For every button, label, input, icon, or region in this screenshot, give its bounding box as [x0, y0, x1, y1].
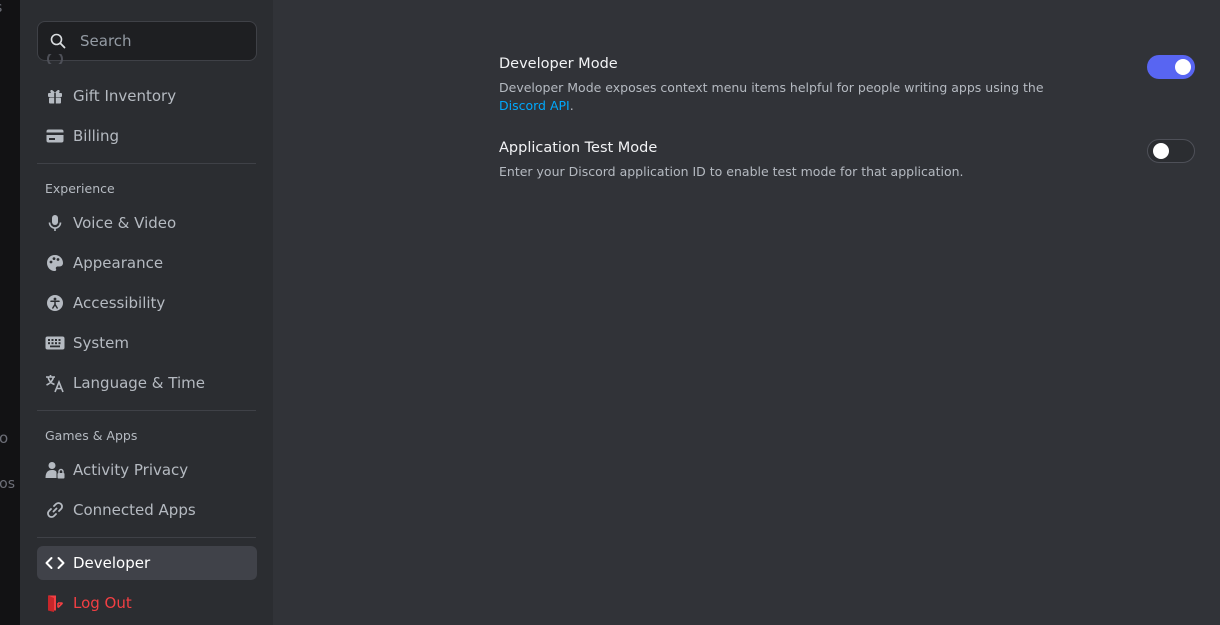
code-icon — [45, 553, 65, 573]
background-app-strip: s o cros — [0, 0, 20, 625]
logout-icon — [45, 593, 65, 613]
settings-sidebar: Search Gift Inventory Billing Experience… — [20, 0, 273, 625]
sidebar-item-developer[interactable]: Developer — [37, 546, 257, 580]
credit-card-icon — [45, 126, 65, 146]
sidebar-item-label: Activity Privacy — [73, 461, 189, 479]
sidebar-item-appearance[interactable]: Appearance — [37, 246, 257, 280]
section-header-games-apps: Games & Apps — [45, 428, 138, 443]
developer-mode-setting: Developer Mode Developer Mode exposes co… — [499, 56, 1195, 115]
application-test-mode-toggle[interactable] — [1147, 139, 1195, 163]
section-header-experience: Experience — [45, 181, 115, 196]
setting-title: Developer Mode — [499, 56, 618, 72]
sidebar-item-label: Connected Apps — [73, 501, 196, 519]
logout-button[interactable]: Log Out — [37, 586, 257, 620]
sidebar-item-label: Billing — [73, 127, 119, 145]
setting-title: Application Test Mode — [499, 140, 658, 156]
section-divider — [37, 537, 256, 538]
palette-icon — [45, 253, 65, 273]
sidebar-item-label: Language & Time — [73, 374, 205, 392]
gift-icon — [45, 86, 65, 106]
settings-content: Developer Mode Developer Mode exposes co… — [273, 0, 1220, 625]
section-divider — [37, 410, 256, 411]
search-placeholder: Search — [80, 32, 132, 50]
partial-icon — [45, 54, 65, 64]
keyboard-icon — [45, 333, 65, 353]
sidebar-item-connected-apps[interactable]: Connected Apps — [37, 493, 257, 527]
section-divider — [37, 163, 256, 164]
search-icon — [50, 33, 66, 49]
background-text-fragment: o — [0, 429, 9, 447]
accessibility-icon — [45, 293, 65, 313]
toggle-knob — [1153, 143, 1169, 159]
sidebar-item-label: System — [73, 334, 129, 352]
background-text-fragment: s — [0, 0, 2, 16]
toggle-knob — [1175, 59, 1191, 75]
activity-privacy-icon — [45, 460, 65, 480]
sidebar-item-voice-video[interactable]: Voice & Video — [37, 206, 257, 240]
translate-icon — [45, 373, 65, 393]
microphone-icon — [45, 213, 65, 233]
sidebar-item-system[interactable]: System — [37, 326, 257, 360]
discord-api-link[interactable]: Discord API — [499, 98, 570, 113]
sidebar-item-billing[interactable]: Billing — [37, 119, 257, 153]
sidebar-item-label: Log Out — [73, 594, 132, 612]
link-icon — [45, 500, 65, 520]
sidebar-item-accessibility[interactable]: Accessibility — [37, 286, 257, 320]
sidebar-item-label: Developer — [73, 554, 151, 572]
search-input[interactable]: Search — [37, 21, 257, 61]
setting-description: Enter your Discord application ID to ena… — [499, 164, 964, 179]
sidebar-item-label: Appearance — [73, 254, 164, 272]
sidebar-item-activity-privacy[interactable]: Activity Privacy — [37, 453, 257, 487]
background-text-fragment: cros — [0, 476, 16, 492]
sidebar-item-label: Accessibility — [73, 294, 166, 312]
application-test-mode-setting: Application Test Mode Enter your Discord… — [499, 140, 1195, 181]
sidebar-item-gift-inventory[interactable]: Gift Inventory — [37, 79, 257, 113]
developer-mode-toggle[interactable] — [1147, 55, 1195, 79]
sidebar-item-label: Gift Inventory — [73, 87, 177, 105]
sidebar-item-language-time[interactable]: Language & Time — [37, 366, 257, 400]
setting-description: Developer Mode exposes context menu item… — [499, 80, 1044, 113]
sidebar-item-label: Voice & Video — [73, 214, 177, 232]
